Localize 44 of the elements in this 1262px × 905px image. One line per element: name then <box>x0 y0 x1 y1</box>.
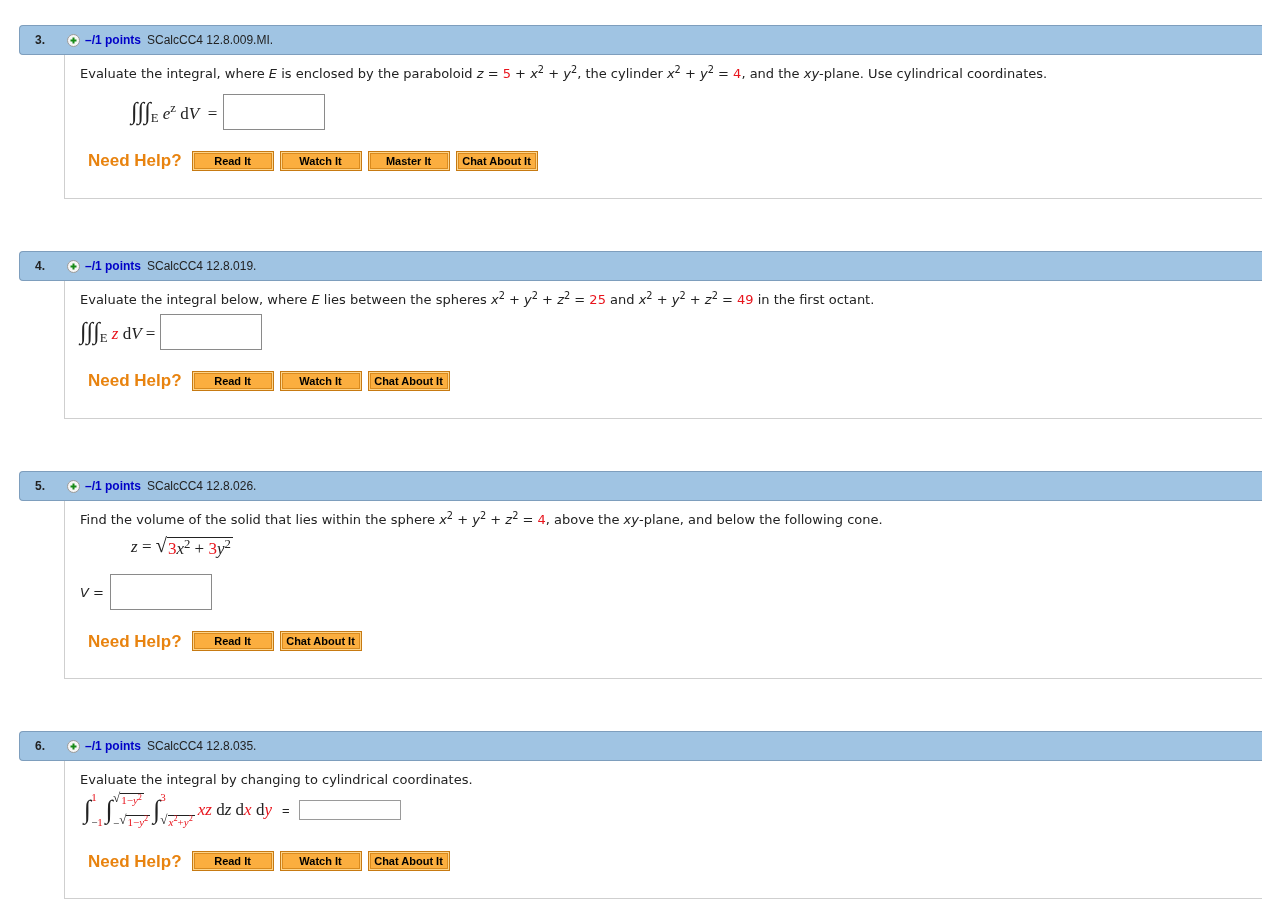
question-text: Evaluate the integral by changing to cylindrical coordinates. <box>80 772 474 789</box>
help-button[interactable]: Read It <box>191 371 274 391</box>
question-number: 4. <box>34 258 46 275</box>
answer-label: V = <box>80 583 104 602</box>
help-button[interactable]: Read It <box>191 151 274 171</box>
help-button[interactable]: Read It <box>191 631 274 652</box>
need-help-label: Need Help? <box>88 630 182 653</box>
points-label: –/1 points <box>85 478 141 495</box>
question-number: 3. <box>34 32 46 49</box>
need-help-label: Need Help? <box>88 850 182 873</box>
help-button[interactable]: Watch It <box>279 151 362 171</box>
question-number: 6. <box>34 738 46 756</box>
question-text: Evaluate the integral, where E is enclosed by the paraboloid z = 5 + x$^{2}$ + y$^{2}$, the cylinder x$^{2}$ + y$^{2}$ = 4, and the xy-plane. Use cylindrical coordinates. <box>80 66 1049 82</box>
answer-field[interactable] <box>223 94 326 130</box>
question-text: Evaluate the integral below, where E lies between the spheres x$^{2}$ + y$^{2}$ + z$^{2}$ = 25 and x$^{2}$ + y$^{2}$ + z$^{2}$ = 49 in the first octant. <box>80 292 876 308</box>
answer-field[interactable] <box>160 314 263 350</box>
plus-icon[interactable] <box>67 259 80 273</box>
help-button[interactable]: Master It <box>367 151 450 171</box>
answer-field[interactable] <box>298 800 401 821</box>
help-button[interactable]: Watch It <box>279 371 362 391</box>
question-code: SCalcCC4 12.8.026. <box>147 478 257 495</box>
help-button[interactable]: Chat About It <box>455 151 538 171</box>
question-code: SCalcCC4 12.8.019. <box>147 258 257 275</box>
help-button[interactable]: Chat About It <box>367 371 450 391</box>
help-button[interactable]: Watch It <box>279 851 362 872</box>
need-help-label: Need Help? <box>88 150 182 173</box>
help-button[interactable]: Chat About It <box>279 631 362 652</box>
question-number: 5. <box>34 478 46 495</box>
points-label: –/1 points <box>85 738 141 756</box>
points-label: –/1 points <box>85 258 141 275</box>
points-label: –/1 points <box>85 32 141 49</box>
need-help-label: Need Help? <box>88 370 182 393</box>
plus-icon[interactable] <box>67 479 80 493</box>
help-button[interactable]: Chat About It <box>367 851 450 872</box>
question-text: Find the volume of the solid that lies within the sphere x$^{2}$ + y$^{2}$ + z$^{2}$ = 4, above the xy-plane, and below the following cone. <box>80 512 884 528</box>
plus-icon[interactable] <box>67 33 80 47</box>
question-code: SCalcCC4 12.8.035. <box>147 738 257 756</box>
help-button[interactable]: Read It <box>191 851 274 872</box>
math-expression: ∫∫∫$_{E}$ z dV = <box>80 318 156 346</box>
question-code: SCalcCC4 12.8.009.MI. <box>147 32 274 49</box>
math-expression: ∫∫∫$_{E}$ e$^{z}$ dV = <box>131 98 218 126</box>
plus-icon[interactable] <box>67 739 80 753</box>
answer-field[interactable] <box>109 574 212 611</box>
equals-label: = <box>281 801 290 820</box>
